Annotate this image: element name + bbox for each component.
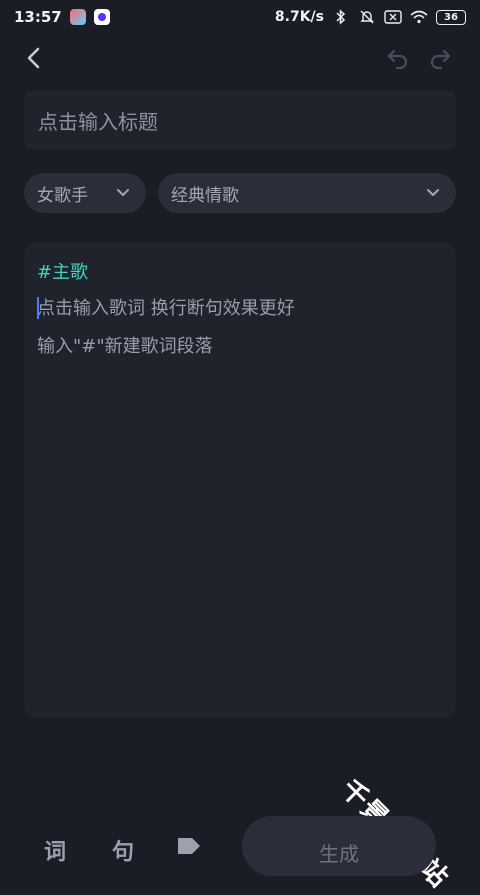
lyrics-hint-text: 点击输入歌词 换行断句效果更好 xyxy=(37,298,295,319)
singer-dropdown[interactable]: 女歌手 xyxy=(24,173,146,213)
sentence-tool-button[interactable]: 句 xyxy=(112,834,142,865)
status-bar: 13:57 8.7K/s 36 xyxy=(0,0,480,34)
word-tool-button[interactable]: 词 xyxy=(44,834,74,865)
top-toolbar xyxy=(0,34,480,82)
chevron-left-icon xyxy=(27,47,40,69)
paragraph-hint: 输入"#"新建歌词段落 xyxy=(37,336,213,357)
chevron-down-icon xyxy=(117,189,129,196)
style-value: 经典情歌 xyxy=(171,185,239,206)
generate-button[interactable]: 生成 xyxy=(242,816,436,876)
title-input[interactable]: 点击输入标题 xyxy=(24,90,456,150)
undo-icon xyxy=(387,49,408,69)
lyrics-input-hint: 点击输入歌词 换行断句效果更好 xyxy=(37,294,443,320)
redo-button[interactable] xyxy=(426,44,454,72)
mute-bell-icon xyxy=(358,9,376,25)
lyrics-editor[interactable]: #主歌 点击输入歌词 换行断句效果更好 输入"#"新建歌词段落 xyxy=(24,242,456,718)
network-speed: 8.7K/s xyxy=(274,9,324,25)
bottom-toolbar: 词 句 生成 xyxy=(0,812,480,876)
chevron-down-icon xyxy=(427,189,439,196)
style-dropdown[interactable]: 经典情歌 xyxy=(158,173,456,213)
back-button[interactable] xyxy=(18,42,50,74)
generate-label: 生成 xyxy=(319,842,359,866)
status-time: 13:57 xyxy=(14,8,62,26)
undo-button[interactable] xyxy=(384,44,412,72)
tag-tool-button[interactable] xyxy=(176,834,206,858)
no-sim-icon xyxy=(384,9,402,25)
battery-indicator: 36 xyxy=(436,9,466,25)
app-notification-icon xyxy=(69,9,86,25)
section-tag: #主歌 xyxy=(37,262,89,283)
bluetooth-icon xyxy=(332,9,350,25)
title-placeholder: 点击输入标题 xyxy=(38,109,158,134)
app-notification-icon-2 xyxy=(93,9,110,25)
singer-value: 女歌手 xyxy=(37,185,88,206)
wifi-icon xyxy=(410,9,428,25)
redo-icon xyxy=(430,49,451,69)
text-caret xyxy=(37,297,39,319)
